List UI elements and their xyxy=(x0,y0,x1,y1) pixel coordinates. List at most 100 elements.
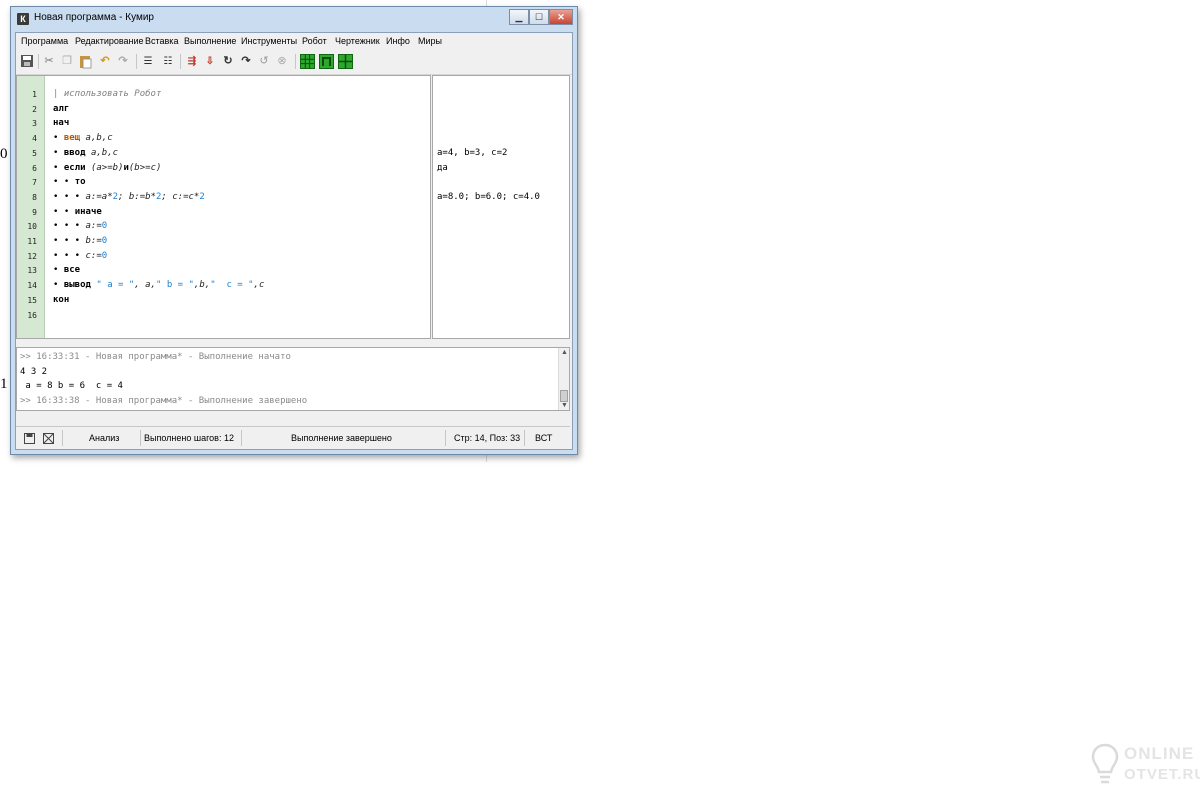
line-number: 12 xyxy=(27,251,37,261)
line-number: 3 xyxy=(32,119,37,129)
code-keyword: нач xyxy=(53,118,70,129)
line-number: 8 xyxy=(32,192,37,202)
title-bar[interactable]: К Новая программа - Кумир ▁ ☐ ✕ xyxy=(11,7,577,32)
menu-robot[interactable]: Робот xyxy=(302,36,327,46)
console-scrollbar[interactable]: ▲ ▼ xyxy=(558,348,569,410)
redo-icon[interactable]: ↷ xyxy=(115,53,131,70)
menu-run[interactable]: Выполнение xyxy=(184,36,236,46)
unindent-icon[interactable]: ☷ xyxy=(160,53,176,70)
menu-tools[interactable]: Инструменты xyxy=(241,36,297,46)
code-number: 2 xyxy=(199,191,205,202)
code-line-4: • вещ a,b,c xyxy=(53,133,113,143)
copy-icon[interactable]: ❐ xyxy=(59,53,75,70)
line-number: 4 xyxy=(32,134,37,144)
menu-insert[interactable]: Вставка xyxy=(145,36,178,46)
watermark-logo: ONLINE OTVET.RU xyxy=(1090,742,1200,792)
robot-grid-icon[interactable] xyxy=(300,54,315,69)
scroll-up-icon[interactable]: ▲ xyxy=(559,349,569,356)
line-number: 11 xyxy=(27,237,37,246)
code-comment: | использовать Робот xyxy=(53,89,162,99)
code-number: 0 xyxy=(101,236,108,246)
scrollbar-thumb[interactable] xyxy=(560,390,568,402)
code-condition: (b>=c) xyxy=(128,162,162,173)
code-keyword: вывод xyxy=(63,280,91,291)
lightbulb-icon xyxy=(1091,743,1119,784)
indent-marker: • xyxy=(53,147,64,158)
code-line-12: • • • c:=0 xyxy=(53,251,107,261)
code-number: 0 xyxy=(101,221,108,232)
field-icon[interactable] xyxy=(338,54,353,69)
close-button[interactable]: ✕ xyxy=(549,9,573,25)
indent-marker: • • xyxy=(53,206,75,217)
line-number: 5 xyxy=(32,148,37,158)
menu-edit[interactable]: Редактирование xyxy=(75,36,144,46)
indent-icon[interactable]: ☰ xyxy=(140,53,156,70)
indent-marker: • • • xyxy=(53,236,86,246)
code-line-14: • вывод " a = ", a," b = ",b," c = ",c xyxy=(53,280,264,290)
status-insert-mode: ВСТ xyxy=(535,433,553,443)
code-assign: b:= xyxy=(85,236,102,246)
status-separator xyxy=(445,430,446,446)
code-line-13: • все xyxy=(53,265,80,275)
code-keyword: алг xyxy=(53,103,70,114)
code-string: " b = " xyxy=(155,280,194,291)
line-number-gutter: 1 2 3 4 5 6 7 8 9 10 11 12 13 14 15 16 xyxy=(17,76,45,338)
undo-icon[interactable]: ↶ xyxy=(97,53,113,70)
code-line-15: кон xyxy=(53,295,69,305)
status-separator xyxy=(524,430,525,446)
maximize-button[interactable]: ☐ xyxy=(529,9,549,25)
line-number: 9 xyxy=(32,207,37,217)
status-mode: Анализ xyxy=(89,433,120,443)
code-line-8: • • • a:=a*2; b:=b*2; c:=c*2 xyxy=(53,192,205,202)
console-end-message: >> 16:33:38 - Новая программа* - Выполне… xyxy=(20,395,308,406)
window-title: Новая программа - Кумир xyxy=(34,12,154,23)
code-keyword: кон xyxy=(53,294,70,305)
code-editor[interactable]: 1 2 3 4 5 6 7 8 9 10 11 12 13 14 15 16 |… xyxy=(16,75,431,339)
toolbar-separator xyxy=(38,54,39,69)
output-console[interactable]: >> 16:33:31 - Новая программа* - Выполне… xyxy=(16,347,570,411)
menu-drawer[interactable]: Чертежник xyxy=(335,36,380,46)
indent-marker: • • • xyxy=(53,250,86,261)
client-area: Программа Редактирование Вставка Выполне… xyxy=(15,32,573,450)
toolbar-separator xyxy=(295,54,296,69)
line-number: 14 xyxy=(27,281,37,291)
code-keyword: иначе xyxy=(74,206,102,217)
code-variables: , a, xyxy=(134,280,156,291)
code-keyword: все xyxy=(63,265,81,276)
status-bar: Анализ Выполнено шагов: 12 Выполнение за… xyxy=(16,426,570,449)
code-keyword: если xyxy=(63,162,86,173)
code-line-10: • • • a:=0 xyxy=(53,221,107,231)
menu-program[interactable]: Программа xyxy=(21,36,68,46)
run-icon[interactable]: ⇶ xyxy=(184,53,200,70)
code-line-9: • • иначе xyxy=(53,207,102,217)
menu-info[interactable]: Инфо xyxy=(386,36,410,46)
margin-value-line6: да xyxy=(437,162,448,173)
stop-icon[interactable]: ⊗ xyxy=(274,53,290,70)
step-out-icon[interactable]: ↺ xyxy=(256,53,272,70)
status-position: Стр: 14, Поз: 33 xyxy=(454,433,521,443)
code-line-11: • • • b:=0 xyxy=(53,236,107,246)
save-icon[interactable] xyxy=(19,53,35,70)
save-status-icon[interactable] xyxy=(24,427,35,449)
line-number: 1 xyxy=(32,90,37,99)
close-status-icon[interactable] xyxy=(43,427,54,449)
scroll-down-icon[interactable]: ▼ xyxy=(559,402,569,409)
cut-icon[interactable]: ✂ xyxy=(41,53,57,70)
margin-value-line8: a=8.0; b=6.0; c=4.0 xyxy=(437,191,540,202)
code-line-2: алг xyxy=(53,104,69,114)
code-line-5: • ввод a,b,c xyxy=(53,148,118,158)
code-line-3: нач xyxy=(53,118,69,128)
line-number: 13 xyxy=(27,266,37,276)
menu-worlds[interactable]: Миры xyxy=(418,36,442,46)
minimize-button[interactable]: ▁ xyxy=(509,9,529,25)
code-assign: a:= xyxy=(85,221,102,232)
code-string: " c = " xyxy=(210,280,254,291)
step-icon[interactable]: ⇩ xyxy=(202,53,218,70)
drawer-icon[interactable] xyxy=(319,54,334,69)
line-number: 6 xyxy=(32,163,37,173)
paste-icon[interactable] xyxy=(77,53,93,70)
step-in-icon[interactable]: ↻ xyxy=(220,53,236,70)
step-over-icon[interactable]: ↷ xyxy=(238,53,254,70)
status-steps: Выполнено шагов: 12 xyxy=(144,433,234,443)
code-variables: ,b, xyxy=(193,280,211,291)
